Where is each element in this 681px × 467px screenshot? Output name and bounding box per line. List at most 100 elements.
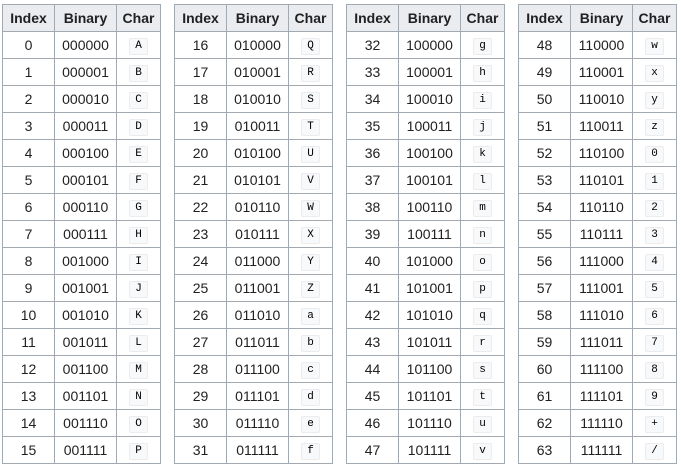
index-cell: 30: [174, 409, 227, 437]
index-cell: 3: [2, 112, 55, 140]
binary-cell: 011110: [226, 409, 289, 437]
char-cell: r: [460, 328, 505, 356]
binary-cell: 000100: [54, 139, 117, 167]
index-header: Index: [2, 4, 55, 32]
index-cell: 28: [174, 355, 227, 383]
index-cell: 16: [174, 31, 227, 59]
index-cell: 4: [2, 139, 55, 167]
char-cell: R: [288, 58, 333, 86]
binary-cell: 101101: [398, 382, 461, 410]
index-cell: 10: [2, 301, 55, 329]
char-value: X: [301, 227, 320, 244]
table-row: 32 100000 g: [346, 31, 505, 59]
index-table-2: Index Binary Char 16 010000 Q 17 010001 R 18 01001…: [174, 4, 333, 464]
index-cell: 62: [518, 409, 571, 437]
char-value: m: [473, 200, 492, 217]
index-cell: 50: [518, 85, 571, 113]
index-cell: 40: [346, 247, 399, 275]
char-value: 8: [645, 362, 664, 379]
table-row: 17 010001 R: [174, 58, 333, 86]
table-row: 19 010011 T: [174, 112, 333, 140]
binary-cell: 010010: [226, 85, 289, 113]
char-value: E: [129, 146, 148, 163]
char-cell: +: [632, 409, 677, 437]
index-cell: 36: [346, 139, 399, 167]
binary-cell: 000101: [54, 166, 117, 194]
index-cell: 6: [2, 193, 55, 221]
table-row: 44 101100 s: [346, 355, 505, 383]
binary-cell: 001111: [54, 436, 117, 464]
base64-index-tables: Index Binary Char 0 000000 A 1 000001 B 2 000010 C 3…: [0, 0, 681, 467]
binary-cell: 010100: [226, 139, 289, 167]
table-row: 10 001010 K: [2, 301, 161, 329]
char-value: C: [129, 92, 148, 109]
binary-cell: 110010: [570, 85, 633, 113]
char-cell: t: [460, 382, 505, 410]
binary-cell: 111101: [570, 382, 633, 410]
char-cell: 2: [632, 193, 677, 221]
table-row: 56 111000 4: [518, 247, 677, 275]
index-table-3: Index Binary Char 32 100000 g 33 100001 h 34 10001…: [346, 4, 505, 464]
table-row: 46 101110 u: [346, 409, 505, 437]
header-row: Index Binary Char: [518, 4, 677, 32]
index-cell: 58: [518, 301, 571, 329]
table-row: 14 001110 O: [2, 409, 161, 437]
table-row: 5 000101 F: [2, 166, 161, 194]
char-value: p: [473, 281, 492, 298]
char-value: y: [645, 92, 664, 109]
char-cell: 8: [632, 355, 677, 383]
binary-header: Binary: [54, 4, 117, 32]
char-cell: u: [460, 409, 505, 437]
index-header: Index: [518, 4, 571, 32]
char-value: 2: [645, 200, 664, 217]
char-cell: C: [116, 85, 161, 113]
char-value: 1: [645, 173, 664, 190]
index-cell: 19: [174, 112, 227, 140]
char-value: z: [645, 119, 664, 136]
char-value: 0: [645, 146, 664, 163]
char-cell: 5: [632, 274, 677, 302]
index-cell: 5: [2, 166, 55, 194]
char-value: S: [301, 92, 320, 109]
index-cell: 22: [174, 193, 227, 221]
table-row: 27 011011 b: [174, 328, 333, 356]
char-value: u: [473, 416, 492, 433]
index-cell: 11: [2, 328, 55, 356]
index-cell: 57: [518, 274, 571, 302]
index-cell: 48: [518, 31, 571, 59]
index-cell: 17: [174, 58, 227, 86]
char-cell: c: [288, 355, 333, 383]
index-cell: 27: [174, 328, 227, 356]
binary-cell: 001011: [54, 328, 117, 356]
index-cell: 56: [518, 247, 571, 275]
index-cell: 63: [518, 436, 571, 464]
table-row: 45 101101 t: [346, 382, 505, 410]
index-cell: 47: [346, 436, 399, 464]
char-value: Y: [301, 254, 320, 271]
binary-cell: 001001: [54, 274, 117, 302]
table-row: 21 010101 V: [174, 166, 333, 194]
char-cell: h: [460, 58, 505, 86]
char-cell: x: [632, 58, 677, 86]
binary-cell: 011011: [226, 328, 289, 356]
binary-cell: 011101: [226, 382, 289, 410]
char-value: l: [473, 173, 492, 190]
binary-cell: 111000: [570, 247, 633, 275]
table-row: 4 000100 E: [2, 139, 161, 167]
char-cell: I: [116, 247, 161, 275]
binary-cell: 101111: [398, 436, 461, 464]
index-cell: 24: [174, 247, 227, 275]
char-cell: k: [460, 139, 505, 167]
index-cell: 32: [346, 31, 399, 59]
char-cell: 3: [632, 220, 677, 248]
table-row: 33 100001 h: [346, 58, 505, 86]
char-cell: K: [116, 301, 161, 329]
char-value: b: [301, 335, 320, 352]
binary-cell: 100001: [398, 58, 461, 86]
char-value: s: [473, 362, 492, 379]
table-row: 38 100110 m: [346, 193, 505, 221]
table-row: 49 110001 x: [518, 58, 677, 86]
index-cell: 60: [518, 355, 571, 383]
binary-cell: 001100: [54, 355, 117, 383]
char-value: q: [473, 308, 492, 325]
